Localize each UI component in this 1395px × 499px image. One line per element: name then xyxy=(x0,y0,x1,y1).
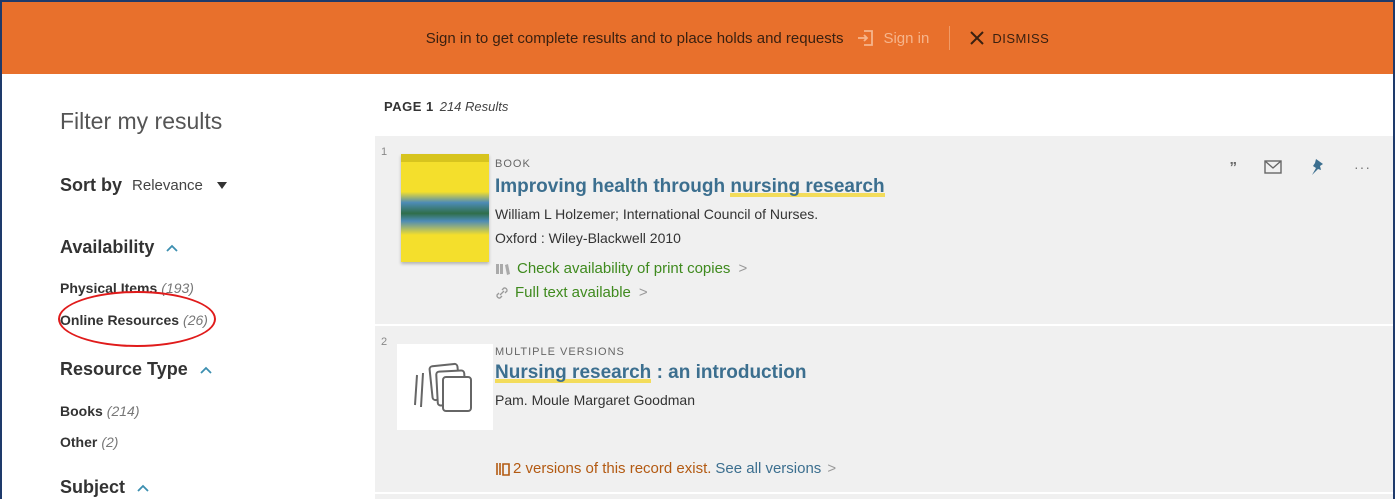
results-count: 214 Results xyxy=(439,99,509,114)
facet-other[interactable]: Other (2) xyxy=(60,434,118,450)
results-header: PAGE 1 214 Results xyxy=(384,99,508,114)
pin-icon[interactable] xyxy=(1310,158,1326,176)
page-frame: Sign in to get complete results and to p… xyxy=(0,0,1395,499)
email-icon[interactable] xyxy=(1264,160,1282,174)
versions-icon xyxy=(496,462,510,476)
print-availability-text: Check availability of print copies xyxy=(517,260,731,277)
result-item-partial xyxy=(375,494,1393,499)
sort-value: Relevance xyxy=(132,177,203,194)
signin-label: Sign in xyxy=(883,29,930,47)
filter-title: Filter my results xyxy=(60,108,223,134)
banner-divider xyxy=(949,26,951,50)
dismiss-button[interactable]: DISMISS xyxy=(970,31,1049,46)
page-label: PAGE 1 xyxy=(384,99,434,114)
facet-item-count: (214) xyxy=(106,403,140,419)
chevron-right-icon: > xyxy=(638,284,648,301)
result-number: 2 xyxy=(381,336,388,348)
facet-item-count: (2) xyxy=(101,434,119,450)
result-item[interactable]: 1 BOOK Improving health through nursing … xyxy=(375,136,1393,324)
check-print-availability-link[interactable]: Check availability of print copies > xyxy=(495,260,747,277)
facet-availability-label: Availability xyxy=(60,237,155,257)
versions-notice: 2 versions of this record exist. See all… xyxy=(495,460,836,477)
link-icon xyxy=(496,286,508,299)
facet-item-label: Other xyxy=(60,434,98,450)
multiple-versions-icon xyxy=(414,362,472,412)
caret-down-icon xyxy=(216,182,227,189)
full-text-link[interactable]: Full text available > xyxy=(495,284,648,301)
facet-item-label: Books xyxy=(60,403,103,419)
title-highlight: nursing research xyxy=(730,176,885,197)
title-highlight: Nursing research xyxy=(495,362,652,383)
close-icon xyxy=(970,31,985,45)
sort-label: Sort by xyxy=(60,175,123,195)
result-number: 1 xyxy=(381,146,388,158)
book-cover-thumbnail[interactable] xyxy=(401,154,489,262)
result-actions: ” ··· xyxy=(1202,158,1372,176)
facet-resource-type-header[interactable]: Resource Type xyxy=(60,359,212,380)
chevron-right-icon: > xyxy=(827,460,837,477)
facet-subject-header[interactable]: Subject xyxy=(60,477,149,498)
title-text: Improving health through xyxy=(495,176,731,197)
chevron-up-icon xyxy=(137,484,149,492)
facet-availability-header[interactable]: Availability xyxy=(60,237,179,258)
banner-message: Sign in to get complete results and to p… xyxy=(425,29,844,47)
highlight-ellipse xyxy=(58,291,216,347)
result-title-link[interactable]: Nursing research : an introduction xyxy=(495,362,806,384)
chevron-right-icon: > xyxy=(738,260,748,277)
result-title-link[interactable]: Improving health through nursing researc… xyxy=(495,176,885,198)
result-type: BOOK xyxy=(495,158,531,170)
result-publisher: Oxford : Wiley-Blackwell 2010 xyxy=(495,230,681,246)
multiple-versions-thumbnail[interactable] xyxy=(397,344,493,430)
signin-banner: Sign in to get complete results and to p… xyxy=(2,2,1393,74)
result-type: MULTIPLE VERSIONS xyxy=(495,346,625,358)
chevron-up-icon xyxy=(200,366,212,374)
signin-link[interactable]: Sign in xyxy=(857,29,929,47)
result-author: Pam. Moule Margaret Goodman xyxy=(495,392,695,408)
facet-subject-label: Subject xyxy=(60,477,126,497)
book-shelf-icon xyxy=(496,263,510,275)
result-author: William L Holzemer; International Counci… xyxy=(495,206,819,222)
quote-icon[interactable]: ” xyxy=(1230,159,1237,176)
full-text-text: Full text available xyxy=(515,284,631,301)
facet-books[interactable]: Books (214) xyxy=(60,403,139,419)
dismiss-label: DISMISS xyxy=(992,30,1050,46)
more-icon[interactable]: ··· xyxy=(1354,159,1371,175)
versions-text: 2 versions of this record exist. xyxy=(513,460,712,477)
chevron-up-icon xyxy=(166,244,179,252)
facet-resource-type-label: Resource Type xyxy=(60,359,188,379)
title-text: : an introduction xyxy=(651,362,807,383)
signin-icon xyxy=(858,30,874,46)
see-all-versions-link[interactable]: See all versions xyxy=(715,460,821,477)
sort-by-control[interactable]: Sort by Relevance xyxy=(60,175,227,196)
result-item[interactable]: 2 MULTIPLE VERSIONS Nursing research : a… xyxy=(375,326,1393,492)
